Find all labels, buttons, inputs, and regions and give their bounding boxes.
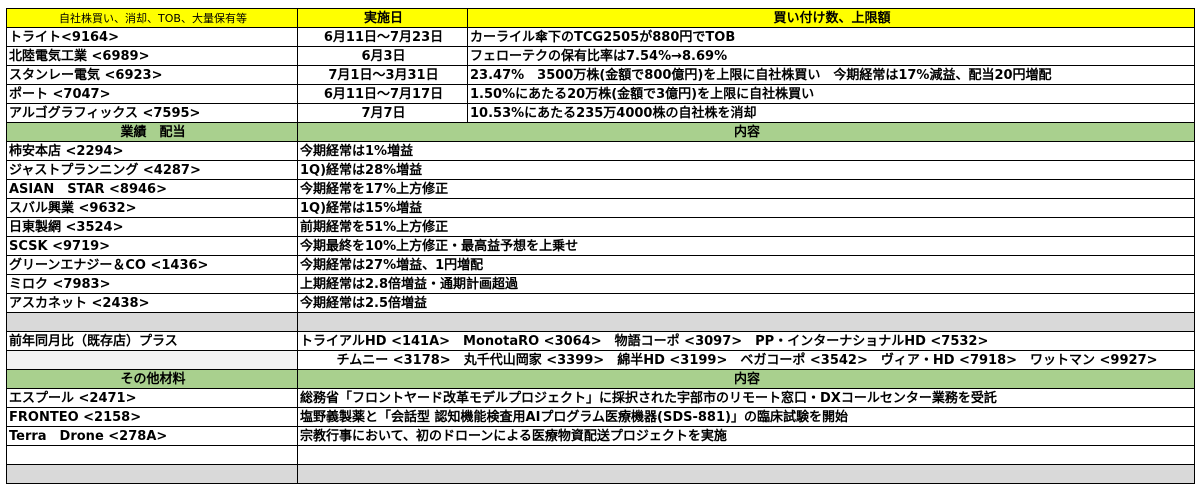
other-header-row: その他材料 内容 <box>6 369 1195 389</box>
earnings-detail: 上期経常は2.8倍増益・通期計画超過 <box>297 274 1195 294</box>
other-row: FRONTEO <2158> 塩野義製薬と「会話型 認知機能検査用AIプログラム医… <box>6 407 1195 427</box>
buyback-header-row: 自社株買い、消却、TOB、大量保有等 実施日 買い付け数、上限額 <box>6 8 1195 28</box>
company-name: ジャストプランニング <4287> <box>6 160 298 180</box>
company-name: スタンレー電気 <6923> <box>6 65 298 85</box>
sales-list-1: トライアルHD <141A> MonotaRO <3064> 物語コーポ <30… <box>297 331 1195 351</box>
buyback-row: スタンレー電気 <6923> 7月1日～3月31日 23.47% 3500万株(金額… <box>6 65 1195 85</box>
company-name: スバル興業 <9632> <box>6 198 298 218</box>
earnings-row: SCSK <9719> 今期最終を10%上方修正・最高益予想を上乗せ <box>6 236 1195 256</box>
execution-date: 6月11日～7月23日 <box>297 27 468 47</box>
buyback-row: ポート <7047> 6月11日～7月17日 1.50%にあたる20万株(金額で3億… <box>6 84 1195 104</box>
company-name: 北陸電気工業 <6989> <box>6 46 298 66</box>
execution-date: 7月1日～3月31日 <box>297 65 468 85</box>
earnings-detail: 今期最終を10%上方修正・最高益予想を上乗せ <box>297 236 1195 256</box>
earnings-row: グリーンエナジー＆CO <1436> 今期経常は27%増益、1円増配 <box>6 255 1195 275</box>
execution-date: 7月7日 <box>297 103 468 123</box>
other-detail: 塩野義製薬と「会話型 認知機能検査用AIプログラム医療機器(SDS-881)」の… <box>297 407 1195 427</box>
buyback-detail: 1.50%にあたる20万株(金額で3億円)を上限に自社株買い <box>467 84 1195 104</box>
company-name: エスプール <2471> <box>6 388 298 408</box>
company-name: アスカネット <2438> <box>6 293 298 313</box>
buyback-detail: フェローテクの保有比率は7.54%→8.69% <box>467 46 1195 66</box>
company-name: トライト<9164> <box>6 27 298 47</box>
other-detail: 宗教行事において、初のドローンによる医療物資配送プロジェクトを実施 <box>297 426 1195 446</box>
company-name: FRONTEO <2158> <box>6 407 298 427</box>
header-earnings-content: 内容 <box>297 122 1195 142</box>
empty-row <box>6 445 1195 465</box>
buyback-detail: カーライル傘下のTCG2505が880円でTOB <box>467 27 1195 47</box>
company-name: Terra Drone <278A> <box>6 426 298 446</box>
earnings-row: ASIAN STAR <8946> 今期経常を17%上方修正 <box>6 179 1195 199</box>
company-name: ミロク <7983> <box>6 274 298 294</box>
earnings-detail: 今期経常は2.5倍増益 <box>297 293 1195 313</box>
company-name: ASIAN STAR <8946> <box>6 179 298 199</box>
earnings-row: スバル興業 <9632> 1Q)経常は15%増益 <box>6 198 1195 218</box>
earnings-detail: 1Q)経常は15%増益 <box>297 198 1195 218</box>
earnings-row: ジャストプランニング <4287> 1Q)経常は28%増益 <box>6 160 1195 180</box>
other-rows: エスプール <2471> 総務省「フロントヤード改革モデルプロジェクト」に採択され… <box>6 388 1195 446</box>
company-name: アルゴグラフィックス <7595> <box>6 103 298 123</box>
other-row: エスプール <2471> 総務省「フロントヤード改革モデルプロジェクト」に採択され… <box>6 388 1195 408</box>
earnings-row: 柿安本店 <2294> 今期経常は1%増益 <box>6 141 1195 161</box>
buyback-row: アルゴグラフィックス <7595> 7月7日 10.53%にあたる235万4000株… <box>6 103 1195 123</box>
earnings-row: アスカネット <2438> 今期経常は2.5倍増益 <box>6 293 1195 313</box>
company-name: 柿安本店 <2294> <box>6 141 298 161</box>
earnings-detail: 今期経常は27%増益、1円増配 <box>297 255 1195 275</box>
company-name: ポート <7047> <box>6 84 298 104</box>
earnings-rows: 柿安本店 <2294> 今期経常は1%増益 ジャストプランニング <4287> 1Q)… <box>6 141 1195 313</box>
header-buyback-category: 自社株買い、消却、TOB、大量保有等 <box>6 8 298 28</box>
header-earnings: 業績 配当 <box>6 122 298 142</box>
earnings-row: ミロク <7983> 上期経常は2.8倍増益・通期計画超過 <box>6 274 1195 294</box>
sales-row-1: 前年同月比（既存店）プラス トライアルHD <141A> MonotaRO <3… <box>6 331 1195 351</box>
sales-label: 前年同月比（既存店）プラス <box>6 331 298 351</box>
company-name: SCSK <9719> <box>6 236 298 256</box>
buyback-rows: トライト<9164> 6月11日～7月23日 カーライル傘下のTCG2505が880… <box>6 27 1195 123</box>
header-date: 実施日 <box>297 8 468 28</box>
execution-date: 6月3日 <box>297 46 468 66</box>
header-other-content: 内容 <box>297 369 1195 389</box>
company-name: グリーンエナジー＆CO <1436> <box>6 255 298 275</box>
earnings-row: 日東製網 <3524> 前期経常を51%上方修正 <box>6 217 1195 237</box>
other-detail: 総務省「フロントヤード改革モデルプロジェクト」に採択された宇部市のリモート窓口・… <box>297 388 1195 408</box>
buyback-row: トライト<9164> 6月11日～7月23日 カーライル傘下のTCG2505が880… <box>6 27 1195 47</box>
earnings-detail: 今期経常は1%増益 <box>297 141 1195 161</box>
buyback-detail: 23.47% 3500万株(金額で800億円)を上限に自社株買い 今期経常は17… <box>467 65 1195 85</box>
company-name: 日東製網 <3524> <box>6 217 298 237</box>
earnings-header-row: 業績 配当 内容 <box>6 122 1195 142</box>
other-row: Terra Drone <278A> 宗教行事において、初のドローンによる医療物資… <box>6 426 1195 446</box>
header-amount: 買い付け数、上限額 <box>467 8 1195 28</box>
sales-row-2: チムニー <3178> 丸千代山岡家 <3399> 綿半HD <3199> ベガ… <box>6 350 1195 370</box>
sales-list-2: チムニー <3178> 丸千代山岡家 <3399> 綿半HD <3199> ベガ… <box>297 350 1195 370</box>
blank-row-bottom <box>6 464 1195 484</box>
blank-row <box>6 312 1195 332</box>
earnings-detail: 1Q)経常は28%増益 <box>297 160 1195 180</box>
buyback-row: 北陸電気工業 <6989> 6月3日 フェローテクの保有比率は7.54%→8.69% <box>6 46 1195 66</box>
stock-news-sheet: 自社株買い、消却、TOB、大量保有等 実施日 買い付け数、上限額 トライト<91… <box>6 8 1195 484</box>
earnings-detail: 前期経常を51%上方修正 <box>297 217 1195 237</box>
earnings-detail: 今期経常を17%上方修正 <box>297 179 1195 199</box>
execution-date: 6月11日～7月17日 <box>297 84 468 104</box>
header-other: その他材料 <box>6 369 298 389</box>
buyback-detail: 10.53%にあたる235万4000株の自社株を消却 <box>467 103 1195 123</box>
